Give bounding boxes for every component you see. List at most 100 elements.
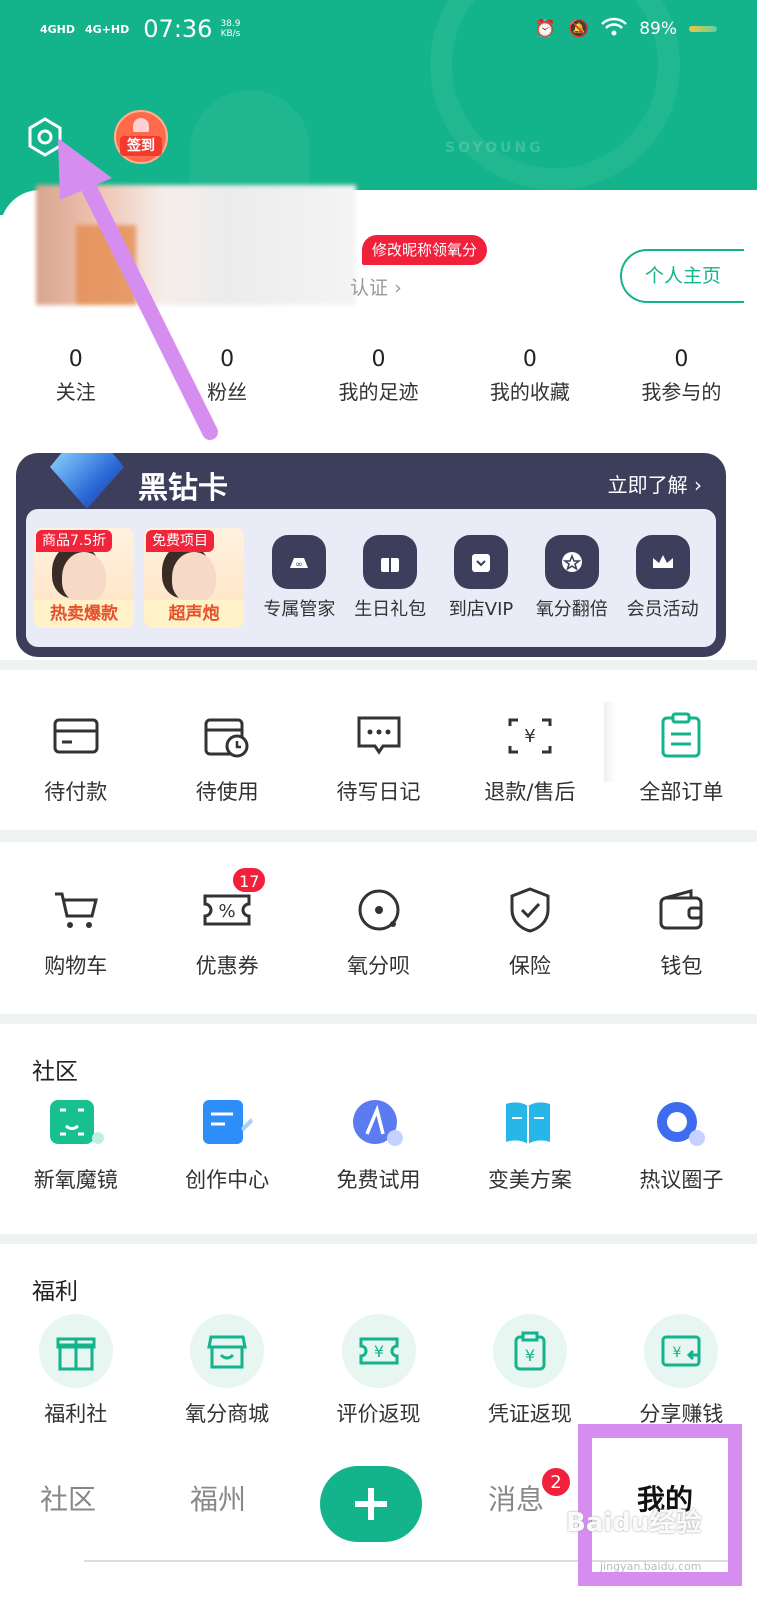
stat-footprints[interactable]: 0 我的足迹 — [303, 343, 454, 407]
yen-refund-icon: ¥ — [500, 706, 560, 766]
store-icon — [190, 1314, 265, 1388]
vip-butler[interactable]: ∞ 专属管家 — [254, 535, 345, 621]
signin-button[interactable]: 签到 — [114, 110, 168, 164]
chevron-right-icon: › — [394, 277, 402, 299]
community-beauty-plan[interactable]: 变美方案 — [454, 1094, 605, 1194]
wallet-icon — [651, 880, 711, 940]
bubble-icon — [651, 1094, 711, 1154]
community-magic-mirror[interactable]: 新氧魔镜 — [0, 1094, 151, 1194]
tool-wallet[interactable]: 钱包 — [606, 880, 757, 980]
svg-text:¥: ¥ — [373, 1342, 383, 1361]
svg-text:¥: ¥ — [525, 1346, 535, 1365]
shield-icon — [500, 880, 560, 940]
stats-row: 0 关注 0 粉丝 0 我的足迹 0 我的收藏 0 我参与的 — [0, 343, 757, 407]
chevron-right-icon: › — [694, 473, 702, 497]
clipboard-icon — [651, 706, 711, 766]
order-all[interactable]: 全部订单 — [606, 706, 757, 806]
signin-label: 签到 — [120, 136, 162, 156]
promo-free-item[interactable]: 免费项目 超声炮 — [144, 528, 244, 628]
vip-title: 黑钻卡 — [138, 471, 228, 506]
status-bar: 4GHD 4G+HD 07:36 38.9 KB/s ⏰ 🔕 89% — [40, 12, 717, 46]
welfare-title: 福利 — [32, 1279, 78, 1305]
note-icon — [197, 1094, 257, 1154]
verify-link[interactable]: 认证 › — [350, 273, 402, 300]
card-icon — [46, 706, 106, 766]
baidu-watermark: Baidu经验 — [566, 1508, 702, 1538]
vip-store[interactable]: 到店VIP — [436, 535, 527, 621]
order-pending-use[interactable]: 待使用 — [151, 706, 302, 806]
stat-following[interactable]: 0 关注 — [0, 343, 151, 407]
trial-icon — [349, 1094, 409, 1154]
messages-badge: 2 — [540, 1466, 572, 1498]
welfare-points-mall[interactable]: 氧分商城 — [151, 1314, 302, 1428]
mute-icon: 🔕 — [568, 19, 590, 39]
tool-cart[interactable]: 购物车 — [0, 880, 151, 980]
shop-icon — [453, 535, 508, 589]
calendar-clock-icon — [197, 706, 257, 766]
settings-gear-icon[interactable] — [24, 116, 66, 158]
community-hot-circles[interactable]: 热议圈子 — [606, 1094, 757, 1194]
clock: 07:36 — [143, 15, 213, 43]
order-pending-diary[interactable]: 待写日记 — [303, 706, 454, 806]
nav-messages[interactable]: 消息 — [488, 1478, 544, 1518]
community-creator-center[interactable]: 创作中心 — [151, 1094, 302, 1194]
yen-ticket-icon: ¥ — [341, 1314, 416, 1388]
stat-followers[interactable]: 0 粉丝 — [151, 343, 302, 407]
battery-level: 89% — [639, 19, 677, 39]
book-icon — [500, 1094, 560, 1154]
vip-birthday-gift[interactable]: 生日礼包 — [345, 535, 436, 621]
gift-icon — [363, 535, 418, 589]
orders-section: 待付款 待使用 待写日记 ¥ 退款/售后 全部订单 — [0, 670, 757, 830]
stat-favorites[interactable]: 0 我的收藏 — [454, 343, 605, 407]
vip-double-points[interactable]: 氧分翻倍 — [526, 535, 617, 621]
header-watermark: SOYOUNG — [445, 140, 544, 156]
black-diamond-card[interactable]: 黑钻卡 立即了解 › 商品7.5折 热卖爆款 免费项目 超声炮 ∞ 专属管家 生… — [16, 453, 726, 657]
cart-icon — [46, 880, 106, 940]
community-section: 社区 新氧魔镜 创作中心 免费试用 变美方案 热议圈子 — [0, 1024, 757, 1234]
svg-text:¥: ¥ — [673, 1345, 682, 1361]
network-indicator-2: 4G+HD — [85, 22, 130, 36]
plus-icon — [355, 1488, 387, 1520]
coupon-count-badge: 17 — [231, 866, 268, 894]
avatar-blurred[interactable] — [36, 185, 356, 305]
tool-points-pay[interactable]: 氧分呗 — [303, 880, 454, 980]
nav-community[interactable]: 社区 — [40, 1478, 96, 1518]
chat-dots-icon — [349, 706, 409, 766]
promo-hot-sale[interactable]: 商品7.5折 热卖爆款 — [34, 528, 134, 628]
model-face-image — [172, 552, 216, 602]
order-refund[interactable]: ¥ 退款/售后 — [454, 706, 605, 806]
welfare-section: 福利 福利社 氧分商城 ¥ 评价返现 ¥ 凭证返现 ¥ 分享赚钱 — [0, 1244, 757, 1450]
vip-learn-more[interactable]: 立即了解 › — [608, 469, 702, 498]
vip-member-events[interactable]: 会员活动 — [617, 535, 708, 621]
welfare-share-earn[interactable]: ¥ 分享赚钱 — [606, 1314, 757, 1428]
disc-icon — [349, 880, 409, 940]
community-title: 社区 — [32, 1059, 78, 1085]
yen-bag-icon: ¥ — [492, 1314, 567, 1388]
welfare-club[interactable]: 福利社 — [0, 1314, 151, 1428]
baidu-url-watermark: jingyan.baidu.com — [600, 1560, 702, 1573]
network-speed: 38.9 KB/s — [220, 19, 241, 39]
nav-city[interactable]: 福州 — [190, 1478, 246, 1518]
tools-section: 购物车 % 17 优惠券 氧分呗 保险 钱包 — [0, 842, 757, 1014]
crown-icon — [635, 535, 690, 589]
welfare-receipt-cashback[interactable]: ¥ 凭证返现 — [454, 1314, 605, 1428]
star-icon — [544, 535, 599, 589]
coupon-icon: % 17 — [197, 866, 268, 940]
homepage-button[interactable]: 个人主页 — [620, 249, 744, 303]
svg-text:∞: ∞ — [296, 560, 304, 570]
nav-add-button[interactable] — [320, 1466, 422, 1542]
svg-text:¥: ¥ — [524, 726, 535, 747]
tool-coupons[interactable]: % 17 优惠券 — [151, 866, 302, 980]
model-face-image — [62, 552, 106, 602]
order-pending-payment[interactable]: 待付款 — [0, 706, 151, 806]
svg-text:%: % — [219, 901, 236, 922]
stat-participated[interactable]: 0 我参与的 — [606, 343, 757, 407]
community-free-trial[interactable]: 免费试用 — [303, 1094, 454, 1194]
gift-box-icon — [38, 1314, 113, 1388]
vip-benefits: 商品7.5折 热卖爆款 免费项目 超声炮 ∞ 专属管家 生日礼包 到店VIP 氧… — [26, 509, 716, 647]
tool-insurance[interactable]: 保险 — [454, 880, 605, 980]
nickname-reward-badge[interactable]: 修改昵称领氧分 — [362, 235, 488, 265]
diamond-icon — [50, 453, 124, 509]
welfare-review-cashback[interactable]: ¥ 评价返现 — [303, 1314, 454, 1428]
share-money-icon: ¥ — [644, 1314, 719, 1388]
